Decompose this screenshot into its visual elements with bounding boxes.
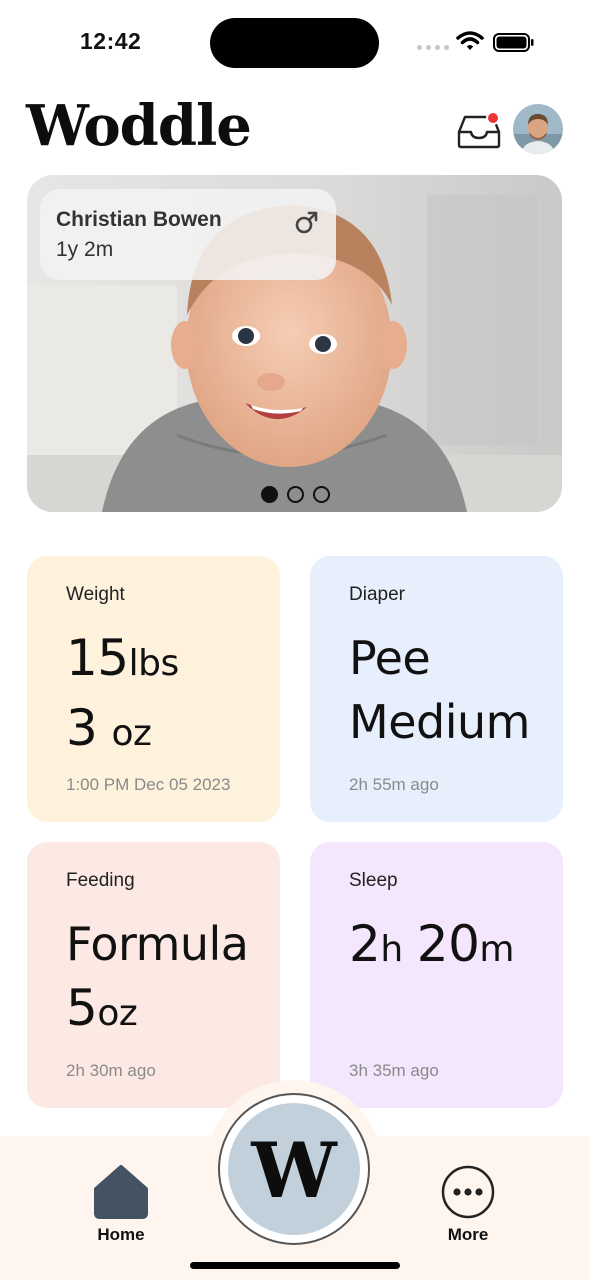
wifi-icon	[456, 31, 484, 50]
sleep-label: Sleep	[349, 870, 398, 891]
tab-home-label: Home	[97, 1225, 145, 1244]
sleep-value: 2h 20m	[349, 912, 514, 982]
weight-lbs: 15	[66, 629, 129, 687]
woddle-action-button-face[interactable]: W	[228, 1103, 360, 1235]
cellular-signal-icon	[417, 45, 449, 50]
sleep-card[interactable]: Sleep 2h 20m 3h 35m ago	[310, 842, 563, 1108]
weight-lbs-unit: lbs	[128, 643, 180, 684]
diaper-value: Pee Medium	[349, 626, 530, 754]
battery-icon	[493, 33, 534, 52]
child-age: 1y 2m	[56, 238, 114, 261]
weight-value: 15lbs 3 oz	[66, 626, 179, 766]
feeding-amount: 5	[66, 979, 98, 1037]
weight-label: Weight	[66, 584, 125, 605]
diaper-size: Medium	[349, 695, 530, 749]
child-name: Christian Bowen	[56, 208, 222, 231]
diaper-timestamp: 2h 55m ago	[349, 775, 439, 794]
sleep-hours: 2	[349, 915, 381, 973]
tab-home[interactable]: Home	[88, 1163, 154, 1253]
tab-more-label: More	[447, 1225, 489, 1244]
sleep-minutes-unit: m	[479, 929, 514, 970]
pager-dot[interactable]	[261, 486, 278, 503]
app-title: Woddle	[26, 93, 252, 159]
status-time: 12:42	[80, 28, 142, 54]
avatar[interactable]	[513, 104, 563, 154]
home-indicator	[190, 1262, 400, 1269]
feeding-card[interactable]: Feeding Formula 5oz 2h 30m ago	[27, 842, 280, 1108]
tab-more[interactable]: More	[434, 1163, 502, 1253]
feeding-timestamp: 2h 30m ago	[66, 1061, 156, 1080]
feeding-value: Formula 5oz	[66, 912, 249, 1046]
weight-oz: 3	[66, 699, 98, 757]
diaper-card[interactable]: Diaper Pee Medium 2h 55m ago	[310, 556, 563, 822]
feeding-label: Feeding	[66, 870, 135, 891]
sleep-timestamp: 3h 35m ago	[349, 1061, 439, 1080]
woddle-logo-letter: W	[251, 1126, 337, 1215]
pager-dot[interactable]	[313, 486, 330, 503]
notification-badge	[486, 111, 500, 125]
weight-card[interactable]: Weight 15lbs 3 oz 1:00 PM Dec 05 2023	[27, 556, 280, 822]
male-symbol-icon	[295, 211, 318, 234]
feeding-amount-unit: oz	[97, 993, 138, 1034]
dynamic-island	[210, 18, 379, 68]
carousel-pager[interactable]	[261, 486, 330, 503]
pager-dot[interactable]	[287, 486, 304, 503]
diaper-type: Pee	[349, 631, 431, 685]
child-info-card[interactable]: Christian Bowen 1y 2m	[40, 189, 336, 280]
feeding-type: Formula	[66, 917, 249, 971]
diaper-label: Diaper	[349, 584, 405, 605]
child-hero-card[interactable]: Christian Bowen 1y 2m	[27, 175, 562, 512]
home-icon	[94, 1165, 148, 1219]
weight-timestamp: 1:00 PM Dec 05 2023	[66, 775, 231, 794]
sleep-hours-unit: h	[380, 929, 403, 970]
weight-oz-unit: oz	[111, 713, 152, 754]
sleep-minutes: 20	[416, 915, 480, 973]
more-dots-icon	[441, 1165, 495, 1219]
